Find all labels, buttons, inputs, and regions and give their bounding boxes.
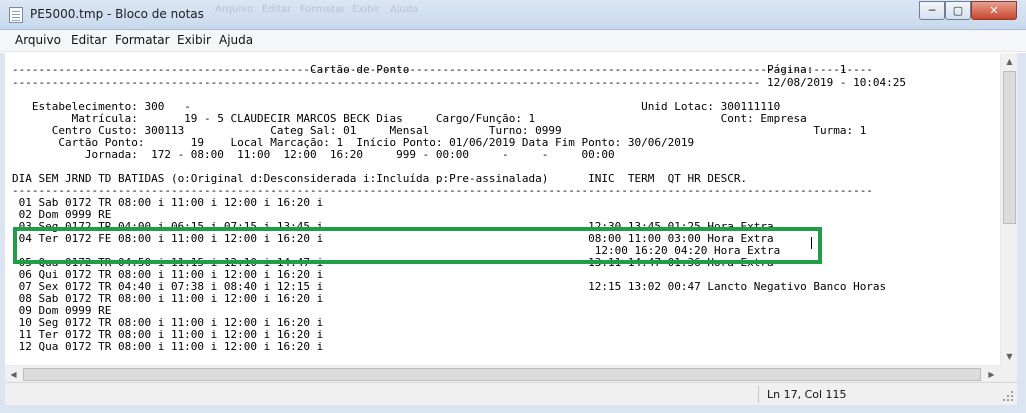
horizontal-scroll-thumb[interactable] [23,368,981,381]
text-line: Jornada: 172 - 08:00 11:00 12:00 16:20 9… [12,148,615,161]
ghost-menu-item: Arquivo [215,4,254,15]
status-separator [758,386,759,403]
menu-formatar[interactable]: Formatar [115,33,170,47]
close-button[interactable]: ✕ [971,1,1017,20]
menu-exibir[interactable]: Exibir [177,33,211,47]
menu-ajuda[interactable]: Ajuda [219,33,253,47]
ghost-menu-item: Editar [262,4,292,15]
status-bar: Ln 17, Col 115 [5,382,1017,405]
title-bar[interactable]: PE5000.tmp - Bloco de notas Arquivo Edit… [0,0,1026,30]
window-title: PE5000.tmp - Bloco de notas [30,7,204,21]
scrollbar-corner [1000,365,1017,382]
text-editor[interactable]: ----------------------------------------… [5,53,1000,365]
text-line: 12 Qua 0172 TR 08:00 i 11:00 i 12:00 i 1… [12,340,324,353]
cursor-position: Ln 17, Col 115 [767,388,847,401]
minimize-button[interactable]: ─ [919,1,945,20]
menu-bar: Arquivo Editar Formatar Exibir Ajuda [0,30,1026,52]
highlight-box [13,227,822,264]
menu-arquivo[interactable]: Arquivo [15,33,61,47]
vertical-scroll-thumb[interactable] [1003,71,1016,224]
window-frame-right [1017,53,1026,413]
resize-grip-icon[interactable] [1003,391,1013,401]
scroll-down-arrow-icon[interactable]: ▼ [1001,348,1018,365]
ghost-menu-item: Exibir [352,4,381,15]
scroll-up-arrow-icon[interactable]: ▲ [1001,53,1018,70]
ghost-menu-item: Ajuda [390,4,419,15]
horizontal-scrollbar[interactable]: ◀ ▶ [5,365,1000,382]
vertical-scrollbar[interactable]: ▲ ▼ [1000,53,1017,365]
text-line: ----------------------------------------… [12,76,907,89]
ghost-menu-item: Formatar [300,4,346,15]
menu-editar[interactable]: Editar [71,33,107,47]
text-line: Cartão de Ponto Página: 1 [12,63,847,76]
notepad-icon [9,7,23,23]
maximize-button[interactable]: ▢ [945,1,971,20]
window-frame-bottom [0,405,1026,413]
scroll-right-arrow-icon[interactable]: ▶ [983,366,1000,383]
scroll-left-arrow-icon[interactable]: ◀ [5,366,22,383]
